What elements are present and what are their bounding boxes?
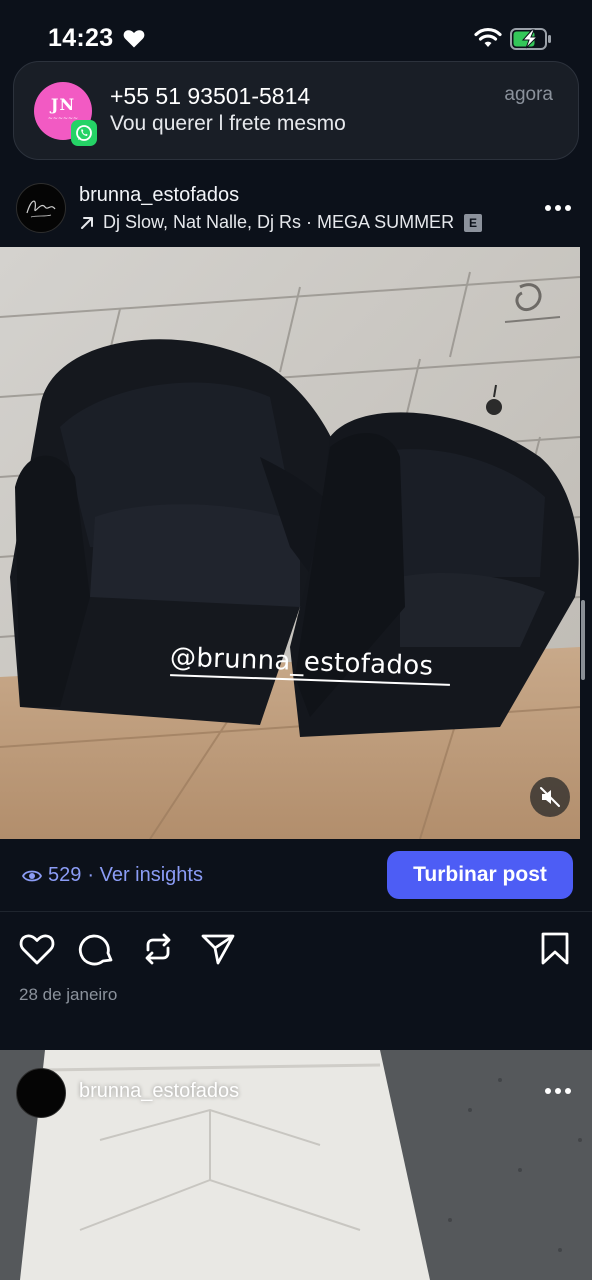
post-header: brunna_estofados Dj Slow, Nat Nalle, Dj …: [0, 170, 592, 248]
bookmark-icon[interactable]: [536, 930, 574, 968]
more-options-icon[interactable]: [544, 204, 572, 212]
next-post-username[interactable]: brunna_estofados: [79, 1080, 239, 1103]
next-post[interactable]: brunna_estofados: [0, 1050, 592, 1280]
whatsapp-notification[interactable]: JN ~~~~~~ +55 51 93501-5814 Vou querer l…: [13, 61, 579, 160]
notification-message: Vou querer l frete mesmo: [110, 112, 346, 135]
wifi-icon: [474, 27, 502, 47]
eye-icon: [22, 870, 42, 881]
notification-sender: +55 51 93501-5814: [110, 83, 311, 109]
more-options-icon[interactable]: [544, 1087, 572, 1095]
post-username[interactable]: brunna_estofados: [79, 184, 239, 207]
view-insights-link[interactable]: 529 · Ver insights: [22, 864, 203, 887]
mute-button[interactable]: [530, 777, 570, 817]
avatar-initials: JN: [50, 94, 76, 114]
scroll-indicator[interactable]: [581, 600, 585, 680]
post-actions: [0, 920, 592, 980]
repost-icon[interactable]: [139, 930, 177, 968]
next-post-avatar[interactable]: [16, 1068, 66, 1118]
heart-icon: [123, 30, 145, 48]
insights-row: 529 · Ver insights Turbinar post: [0, 840, 592, 912]
explicit-badge: E: [464, 213, 483, 232]
post-date: 28 de janeiro: [19, 985, 118, 1004]
speaker-muted-icon: [540, 787, 560, 807]
comment-icon[interactable]: [78, 930, 116, 968]
insights-label: · Ver insights: [87, 864, 203, 886]
like-heart-icon[interactable]: [18, 930, 56, 968]
arrow-up-right-icon: [81, 216, 93, 229]
post-photo[interactable]: @brunna_estofados: [0, 247, 580, 839]
battery-charging-icon: [510, 28, 551, 50]
profile-avatar[interactable]: [16, 183, 66, 233]
music-title: Dj Slow, Nat Nalle, Dj Rs · MEGA SUMMER: [103, 212, 455, 232]
avatar-script-logo: [26, 200, 56, 218]
notification-time: agora: [504, 84, 553, 105]
boost-post-button[interactable]: Turbinar post: [387, 851, 573, 899]
view-count: 529: [48, 864, 82, 886]
share-send-icon[interactable]: [199, 930, 237, 968]
armchairs-photo: [0, 247, 580, 839]
whatsapp-icon: [71, 120, 97, 146]
status-time: 14:23: [48, 24, 114, 52]
music-attribution[interactable]: Dj Slow, Nat Nalle, Dj Rs · MEGA SUMMER …: [79, 212, 483, 233]
